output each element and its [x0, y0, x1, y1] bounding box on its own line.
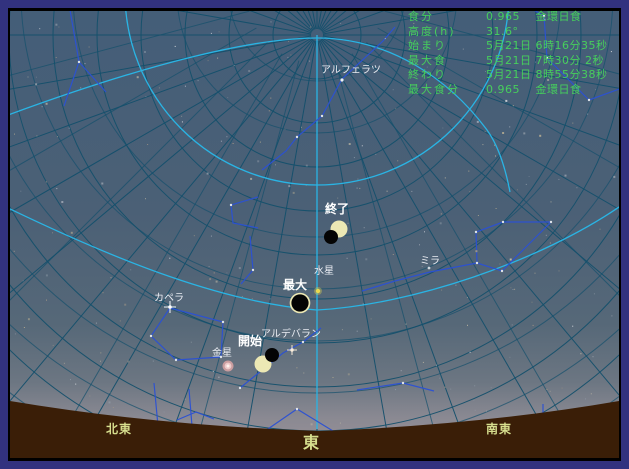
- info-value: 0.965 金環日食: [486, 10, 582, 23]
- info-value: 5月21日 7時30分 2秒: [486, 53, 604, 67]
- star-label-capella: カペラ: [154, 293, 184, 304]
- star-label-mira: ミラ: [420, 256, 440, 267]
- info-label: 食分: [408, 10, 434, 23]
- planet-label-mercury: 水星: [314, 266, 334, 277]
- alpheratz-star: [340, 78, 344, 82]
- planet-label-venus: 金星: [212, 348, 232, 359]
- info-value: 5月21日 8時55分38秒: [486, 68, 608, 82]
- info-row-magnitude: 食分 0.965 金環日食: [408, 10, 626, 25]
- direction-label-east: 東: [303, 433, 321, 452]
- info-label: 最大食分: [408, 82, 460, 96]
- info-row-start-time: 始まり 5月21日 6時16分35秒: [408, 39, 626, 54]
- direction-label-northeast: 北東: [106, 422, 133, 436]
- info-row-altitude: 高度(h) 31.6°: [408, 25, 626, 40]
- star-label-aldebaran: アルデバラン: [261, 329, 321, 340]
- info-value: 31.6°: [486, 24, 519, 38]
- info-value: 5月21日 6時16分35秒: [486, 39, 608, 53]
- eclipse-label-max: 最大: [283, 278, 308, 292]
- star-label-alpheratz: アルフェラツ: [321, 65, 381, 76]
- info-label: 高度(h): [408, 24, 456, 38]
- mercury-marker: [314, 287, 322, 295]
- venus-marker: [222, 360, 234, 372]
- eclipse-max-marker: [289, 292, 311, 314]
- planetarium-window: 食分 0.965 金環日食 高度(h) 31.6° 始まり 5月21日 6時16…: [0, 0, 629, 469]
- info-label: 始まり: [408, 39, 447, 53]
- info-label: 最大食: [408, 53, 447, 67]
- eclipse-label-start: 開始: [238, 334, 263, 348]
- info-row-max-time: 最大食 5月21日 7時30分 2秒: [408, 54, 626, 69]
- eclipse-info-panel: 食分 0.965 金環日食 高度(h) 31.6° 始まり 5月21日 6時16…: [408, 10, 626, 98]
- direction-label-southeast: 南東: [486, 422, 513, 436]
- info-value: 0.965 金環日食: [486, 82, 582, 96]
- eclipse-label-end: 終了: [325, 202, 350, 216]
- info-row-end-time: 終わり 5月21日 8時55分38秒: [408, 68, 626, 83]
- mira-star: [427, 266, 431, 270]
- info-row-max-magnitude: 最大食分 0.965 金環日食: [408, 83, 626, 98]
- info-label: 終わり: [408, 68, 447, 82]
